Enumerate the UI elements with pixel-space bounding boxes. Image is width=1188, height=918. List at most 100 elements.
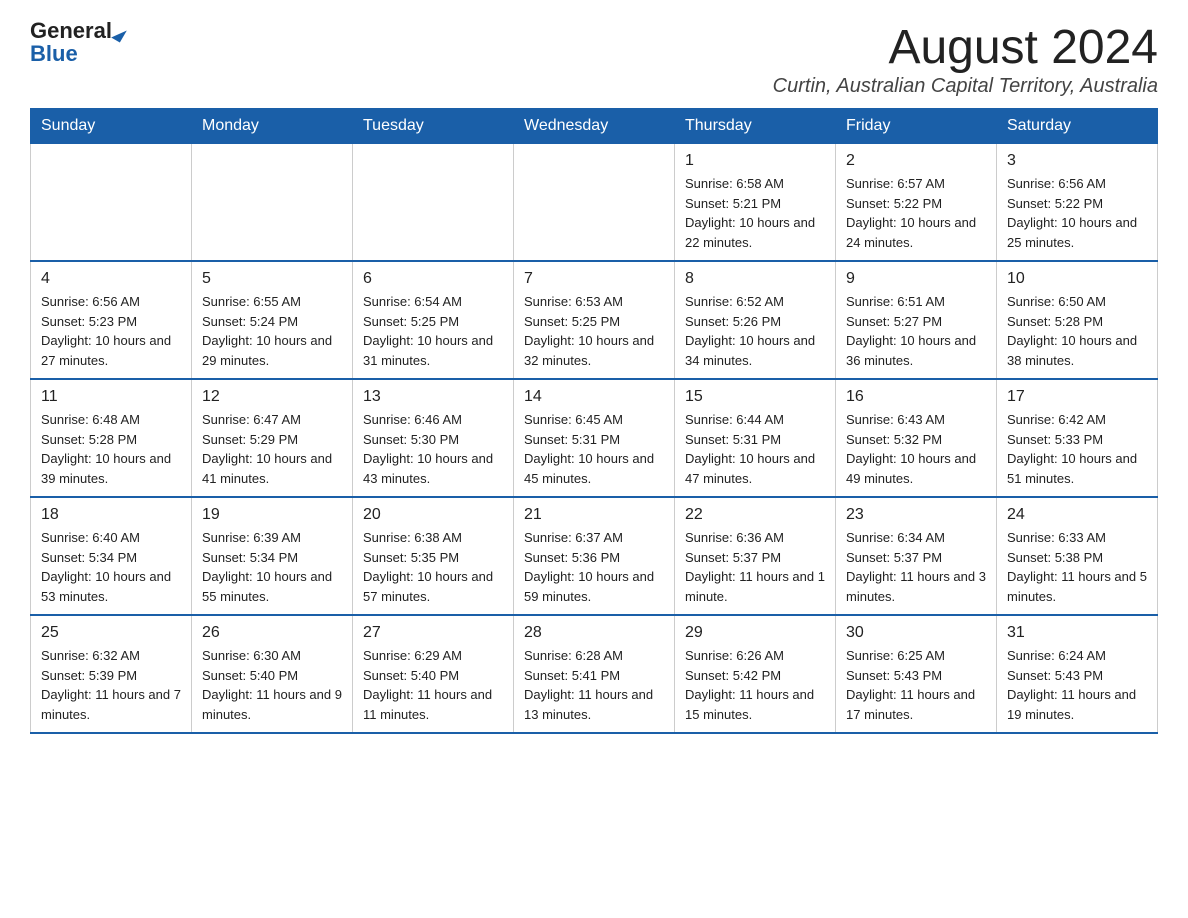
day-cell: 7 Sunrise: 6:53 AMSunset: 5:25 PMDaylight… [514,261,675,379]
day-cell: 13 Sunrise: 6:46 AMSunset: 5:30 PMDayligh… [353,379,514,497]
day-cell: 2 Sunrise: 6:57 AMSunset: 5:22 PMDaylight… [836,144,997,262]
header-saturday: Saturday [997,109,1158,144]
day-number: 19 [202,506,342,524]
day-cell: 30Sunrise: 6:25 AMSunset: 5:43 PMDayligh… [836,615,997,733]
day-info: Sunrise: 6:32 AMSunset: 5:39 PMDaylight:… [41,646,181,724]
day-number: 26 [202,624,342,642]
header-friday: Friday [836,109,997,144]
day-number: 31 [1007,624,1147,642]
day-info: Sunrise: 6:52 AMSunset: 5:26 PMDaylight:… [685,292,825,370]
day-number: 10 [1007,270,1147,288]
day-info: Sunrise: 6:34 AMSunset: 5:37 PMDaylight:… [846,528,986,606]
day-cell: 28 Sunrise: 6:28 AMSunset: 5:41 PMDayligh… [514,615,675,733]
day-number: 9 [846,270,986,288]
month-title: August 2024 [773,20,1158,75]
day-number: 7 [524,270,664,288]
day-number: 4 [41,270,181,288]
day-number: 16 [846,388,986,406]
day-info: Sunrise: 6:58 AMSunset: 5:21 PMDaylight:… [685,174,825,252]
week-row-5: 25 Sunrise: 6:32 AMSunset: 5:39 PMDayligh… [31,615,1158,733]
day-number: 23 [846,506,986,524]
calendar-table: SundayMondayTuesdayWednesdayThursdayFrid… [30,108,1158,734]
page-header: General Blue August 2024 Curtin, Austral… [30,20,1158,98]
day-cell: 16 Sunrise: 6:43 AMSunset: 5:32 PMDayligh… [836,379,997,497]
day-info: Sunrise: 6:28 AMSunset: 5:41 PMDaylight:… [524,646,664,724]
day-number: 6 [363,270,503,288]
day-cell: 6Sunrise: 6:54 AMSunset: 5:25 PMDaylight… [353,261,514,379]
day-info: Sunrise: 6:26 AMSunset: 5:42 PMDaylight:… [685,646,825,724]
day-cell: 14Sunrise: 6:45 AMSunset: 5:31 PMDayligh… [514,379,675,497]
day-info: Sunrise: 6:30 AMSunset: 5:40 PMDaylight:… [202,646,342,724]
header-wednesday: Wednesday [514,109,675,144]
day-cell [31,144,192,262]
day-number: 8 [685,270,825,288]
day-cell: 24Sunrise: 6:33 AMSunset: 5:38 PMDayligh… [997,497,1158,615]
day-number: 13 [363,388,503,406]
day-cell: 12 Sunrise: 6:47 AMSunset: 5:29 PMDayligh… [192,379,353,497]
day-cell: 17 Sunrise: 6:42 AMSunset: 5:33 PMDayligh… [997,379,1158,497]
day-cell: 27Sunrise: 6:29 AMSunset: 5:40 PMDayligh… [353,615,514,733]
day-number: 3 [1007,152,1147,170]
day-cell [353,144,514,262]
day-number: 21 [524,506,664,524]
day-info: Sunrise: 6:24 AMSunset: 5:43 PMDaylight:… [1007,646,1147,724]
day-info: Sunrise: 6:43 AMSunset: 5:32 PMDaylight:… [846,410,986,488]
day-number: 1 [685,152,825,170]
day-info: Sunrise: 6:40 AMSunset: 5:34 PMDaylight:… [41,528,181,606]
day-cell: 19 Sunrise: 6:39 AMSunset: 5:34 PMDayligh… [192,497,353,615]
week-row-3: 11 Sunrise: 6:48 AMSunset: 5:28 PMDayligh… [31,379,1158,497]
day-number: 22 [685,506,825,524]
day-cell: 15Sunrise: 6:44 AMSunset: 5:31 PMDayligh… [675,379,836,497]
logo-triangle-icon [111,25,127,42]
day-number: 11 [41,388,181,406]
day-cell: 25 Sunrise: 6:32 AMSunset: 5:39 PMDayligh… [31,615,192,733]
day-info: Sunrise: 6:47 AMSunset: 5:29 PMDaylight:… [202,410,342,488]
day-info: Sunrise: 6:42 AMSunset: 5:33 PMDaylight:… [1007,410,1147,488]
logo: General Blue [30,20,124,66]
day-info: Sunrise: 6:39 AMSunset: 5:34 PMDaylight:… [202,528,342,606]
day-info: Sunrise: 6:38 AMSunset: 5:35 PMDaylight:… [363,528,503,606]
week-row-1: 1 Sunrise: 6:58 AMSunset: 5:21 PMDaylight… [31,144,1158,262]
header-monday: Monday [192,109,353,144]
day-number: 28 [524,624,664,642]
day-info: Sunrise: 6:56 AMSunset: 5:23 PMDaylight:… [41,292,181,370]
day-cell: 20 Sunrise: 6:38 AMSunset: 5:35 PMDayligh… [353,497,514,615]
title-block: August 2024 Curtin, Australian Capital T… [773,20,1158,98]
day-cell: 4 Sunrise: 6:56 AMSunset: 5:23 PMDaylight… [31,261,192,379]
day-info: Sunrise: 6:51 AMSunset: 5:27 PMDaylight:… [846,292,986,370]
day-cell [192,144,353,262]
day-info: Sunrise: 6:33 AMSunset: 5:38 PMDaylight:… [1007,528,1147,606]
logo-general-text: General [30,18,112,43]
calendar-header-row: SundayMondayTuesdayWednesdayThursdayFrid… [31,109,1158,144]
day-number: 18 [41,506,181,524]
week-row-2: 4 Sunrise: 6:56 AMSunset: 5:23 PMDaylight… [31,261,1158,379]
day-cell: 21 Sunrise: 6:37 AMSunset: 5:36 PMDayligh… [514,497,675,615]
day-info: Sunrise: 6:44 AMSunset: 5:31 PMDaylight:… [685,410,825,488]
day-info: Sunrise: 6:45 AMSunset: 5:31 PMDaylight:… [524,410,664,488]
day-cell: 31 Sunrise: 6:24 AMSunset: 5:43 PMDayligh… [997,615,1158,733]
day-info: Sunrise: 6:36 AMSunset: 5:37 PMDaylight:… [685,528,825,606]
day-info: Sunrise: 6:37 AMSunset: 5:36 PMDaylight:… [524,528,664,606]
day-cell: 10 Sunrise: 6:50 AMSunset: 5:28 PMDayligh… [997,261,1158,379]
day-info: Sunrise: 6:50 AMSunset: 5:28 PMDaylight:… [1007,292,1147,370]
day-info: Sunrise: 6:57 AMSunset: 5:22 PMDaylight:… [846,174,986,252]
day-info: Sunrise: 6:48 AMSunset: 5:28 PMDaylight:… [41,410,181,488]
day-number: 12 [202,388,342,406]
day-cell: 22 Sunrise: 6:36 AMSunset: 5:37 PMDayligh… [675,497,836,615]
day-info: Sunrise: 6:56 AMSunset: 5:22 PMDaylight:… [1007,174,1147,252]
logo-blue-text: Blue [30,41,78,66]
day-number: 17 [1007,388,1147,406]
day-info: Sunrise: 6:55 AMSunset: 5:24 PMDaylight:… [202,292,342,370]
header-tuesday: Tuesday [353,109,514,144]
day-number: 5 [202,270,342,288]
day-cell: 18 Sunrise: 6:40 AMSunset: 5:34 PMDayligh… [31,497,192,615]
day-cell: 29Sunrise: 6:26 AMSunset: 5:42 PMDayligh… [675,615,836,733]
day-cell: 5 Sunrise: 6:55 AMSunset: 5:24 PMDaylight… [192,261,353,379]
day-info: Sunrise: 6:53 AMSunset: 5:25 PMDaylight:… [524,292,664,370]
day-number: 25 [41,624,181,642]
location-title: Curtin, Australian Capital Territory, Au… [773,75,1158,98]
day-number: 20 [363,506,503,524]
day-info: Sunrise: 6:46 AMSunset: 5:30 PMDaylight:… [363,410,503,488]
day-number: 2 [846,152,986,170]
header-thursday: Thursday [675,109,836,144]
